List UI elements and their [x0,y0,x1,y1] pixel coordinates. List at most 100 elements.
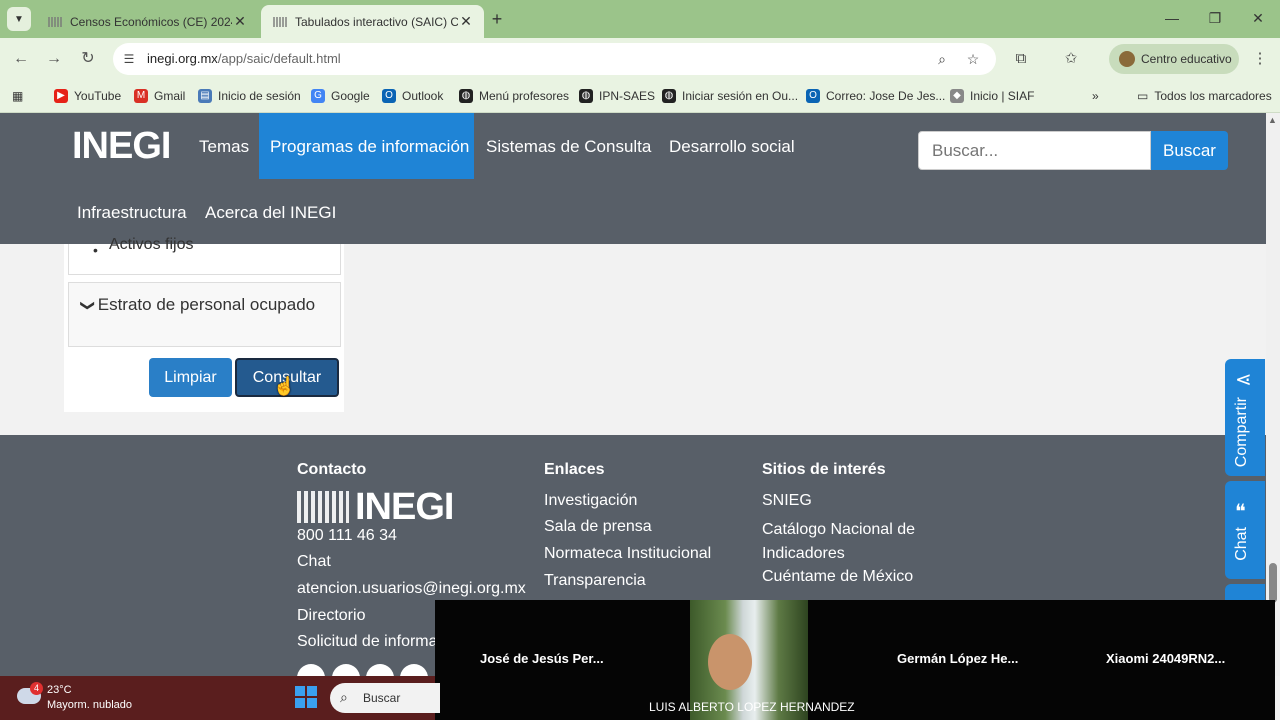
menu-dots-icon[interactable]: ⋮ [1250,49,1270,69]
footer-investigacion-link[interactable]: Investigación [544,492,637,510]
bookmarks-more-button[interactable]: » [1092,87,1099,105]
bookmark-correo[interactable]: O Correo: Jose De Jes... [806,87,945,105]
footer-normateca-link[interactable]: Normateca Institucional [544,545,711,563]
footer-email-link[interactable]: atencion.usuarios@inegi.org.mx [297,580,526,598]
estrato-personal-collapsible[interactable]: ❯Estrato de personal ocupado [68,282,341,347]
all-bookmarks-label: Todos los marcadores [1154,89,1272,103]
footer-solicitud-link[interactable]: Solicitud de informa [297,633,438,651]
all-bookmarks-button[interactable]: ▭ Todos los marcadores [1137,87,1272,105]
footer-inegi-logo: INEGI [297,486,454,529]
page-scrollbar[interactable]: ▲ ▼ [1266,113,1280,676]
bookmark-label: Outlook [402,89,444,103]
maximize-button[interactable]: ❐ [1205,8,1225,28]
star-icon[interactable]: ☆ [964,50,982,68]
bookmark-outlook[interactable]: O Outlook [382,87,443,105]
footer-catalogo-link[interactable]: Catálogo Nacional de Indicadores [762,518,942,566]
footer-transparencia-link[interactable]: Transparencia [544,572,646,590]
browser-tab-strip: ▼ Censos Económicos (CE) 2024 ✕ Tabulado… [0,0,1280,38]
bookmark-menu-profesores[interactable]: ◍ Menú profesores [459,87,569,105]
inegi-dots-icon [297,491,349,523]
bookmark-youtube[interactable]: ▶ YouTube [54,87,121,105]
bookmarks-star-icon[interactable]: ✩ [1061,49,1081,69]
apps-grid-icon[interactable]: ▦ [12,87,23,105]
weather-temperature[interactable]: 23°C [47,684,72,696]
tab-censos-economicos[interactable]: Censos Económicos (CE) 2024 ✕ [36,5,258,38]
extensions-icon[interactable]: ⧉ [1011,49,1031,69]
forward-arrow-icon[interactable]: → [43,48,65,70]
bookmark-gmail[interactable]: M Gmail [134,87,185,105]
windows-start-icon[interactable] [295,686,317,708]
footer-cuentame-link[interactable]: Cuéntame de México [762,568,913,586]
tab-tabulados-saic[interactable]: Tabulados interactivo (SAIC) Ce ✕ [261,5,484,38]
address-bar[interactable]: ☰ inegi.org.mx/app/saic/default.html ⌕ ☆ [113,43,996,75]
outlook-icon: O [806,89,820,103]
footer-snieg-link[interactable]: SNIEG [762,492,812,510]
inegi-logo[interactable]: INEGI [72,125,171,168]
tab-search-button[interactable]: ▼ [7,7,31,31]
bookmark-label: Menú profesores [479,89,570,103]
nav-sistemas-consulta[interactable]: Sistemas de Consulta [486,137,651,157]
bookmark-label: YouTube [74,89,122,103]
close-window-button[interactable]: ✕ [1248,8,1268,28]
nav-desarrollo-social[interactable]: Desarrollo social [669,137,795,157]
nav-temas[interactable]: Temas [199,137,249,157]
more-side-button[interactable] [1225,584,1265,600]
hand-cursor-icon: ☝ [273,376,296,396]
bookmark-label: Correo: Jose De Jes... [826,89,946,103]
url-text[interactable]: inegi.org.mx/app/saic/default.html [147,51,341,66]
share-icon: ⋖ [1235,369,1252,391]
footer-sala-prensa-link[interactable]: Sala de prensa [544,518,652,536]
participant-tile[interactable]: José de Jesús Per... [480,651,604,666]
nav-infraestructura[interactable]: Infraestructura [77,203,187,223]
footer-phone[interactable]: 800 111 46 34 [297,527,397,545]
weather-description[interactable]: Mayorm. nublado [47,699,132,711]
close-icon[interactable]: ✕ [458,13,474,30]
footer-enlaces-heading: Enlaces [544,461,605,478]
bookmarks-bar: ▦ ▶ YouTube M Gmail ▤ Inicio de sesión G Goo… [0,80,1280,113]
bookmark-ipn-saes[interactable]: ◍ IPN-SAES [579,87,655,105]
reload-icon[interactable]: ↻ [77,48,99,70]
search-button[interactable]: Buscar [1151,131,1228,170]
close-icon[interactable]: ✕ [232,13,248,30]
clear-button[interactable]: Limpiar [149,358,232,397]
footer-chat-link[interactable]: Chat [297,553,331,571]
bookmark-iniciar-sesion-ou[interactable]: ◍ Iniciar sesión en Ou... [662,87,798,105]
participant-tile[interactable]: Germán López He... [897,651,1018,666]
filter-panel: • Activos fijos ❯Estrato de personal ocu… [64,236,344,412]
back-arrow-icon[interactable]: ← [10,48,32,70]
activos-fijos-item[interactable]: Activos fijos [109,236,193,254]
building-icon: ▤ [198,89,212,103]
new-tab-button[interactable]: + [487,9,507,29]
profile-button[interactable]: Centro educativo [1109,44,1239,74]
bookmark-label: IPN-SAES [599,89,656,103]
globe-icon: ◍ [579,89,593,103]
chevron-down-icon: ▼ [14,13,24,25]
video-call-bar: José de Jesús Per... LUIS ALBERTO LOPEZ … [435,600,1275,720]
site-header: INEGI Temas Programas de información Sis… [0,113,1266,244]
tab-title: Tabulados interactivo (SAIC) Ce [295,14,458,29]
taskbar-search[interactable]: ⌕ Buscar [330,683,440,713]
list-item: • Activos fijos [68,236,341,275]
zoom-icon[interactable]: ⌕ [933,50,951,68]
scroll-up-icon[interactable]: ▲ [1268,115,1277,125]
footer-directorio-link[interactable]: Directorio [297,607,365,625]
bookmark-google[interactable]: G Google [311,87,370,105]
google-icon: G [311,89,325,103]
chevron-down-icon: ❯ [80,299,97,312]
gmail-icon: M [134,89,148,103]
nav-acerca-inegi[interactable]: Acerca del INEGI [205,203,336,223]
bookmark-inicio-sesion[interactable]: ▤ Inicio de sesión [198,87,301,105]
participant-tile[interactable]: Xiaomi 24049RN2... [1106,651,1225,666]
chat-side-button[interactable]: ❝ Chat [1225,481,1265,579]
chat-label: Chat [1233,527,1250,561]
url-host: inegi.org.mx [147,51,218,66]
bookmark-siaf[interactable]: ◆ Inicio | SIAF [950,87,1034,105]
search-input[interactable] [918,131,1151,170]
tab-title: Censos Económicos (CE) 2024 [70,14,232,29]
share-side-button[interactable]: ⋖ Compartir [1225,359,1265,476]
scrollbar-thumb[interactable] [1269,563,1277,603]
minimize-button[interactable]: — [1162,8,1182,28]
profile-label: Centro educativo [1141,52,1232,66]
site-info-icon[interactable]: ☰ [121,51,137,67]
nav-programas-informacion[interactable]: Programas de información [259,113,474,179]
